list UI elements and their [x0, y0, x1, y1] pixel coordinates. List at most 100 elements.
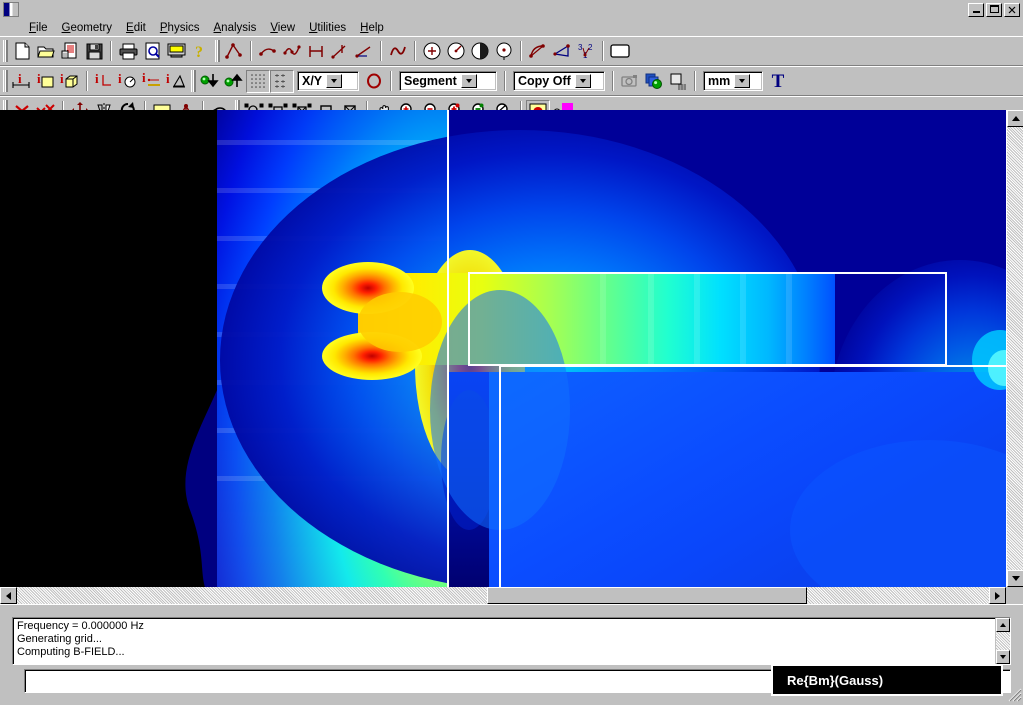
snap-up-icon[interactable]: [222, 70, 246, 93]
layers-icon[interactable]: [642, 70, 666, 93]
resize-grip[interactable]: [1008, 688, 1022, 702]
spline-icon[interactable]: [280, 40, 304, 63]
arc-segment-icon[interactable]: [256, 40, 280, 63]
menu-item-utilities[interactable]: Utilities: [302, 21, 353, 35]
scroll-down-button[interactable]: [1007, 570, 1023, 587]
toolbar-separator: [694, 71, 696, 91]
toolbar-separator: [602, 41, 604, 61]
angle-icon[interactable]: [352, 40, 376, 63]
coordinate-mode-value: X/Y: [298, 72, 326, 90]
chevron-down-icon[interactable]: [734, 74, 750, 88]
toolbar-separator: [390, 71, 392, 91]
magnetic-field-contour-plot[interactable]: [0, 110, 1006, 587]
toolbar-separator: [250, 41, 252, 61]
menu-item-geometry[interactable]: Geometry: [55, 21, 120, 35]
dimension-slope-icon[interactable]: i: [164, 70, 188, 93]
print-preview-icon[interactable]: [140, 40, 164, 63]
plot-horizontal-scrollbar[interactable]: [0, 587, 1006, 604]
dimension-scale-icon[interactable]: i: [140, 70, 164, 93]
copy-mode-combo[interactable]: Copy Off: [513, 71, 605, 91]
close-button[interactable]: [1004, 3, 1020, 17]
open-folder-icon[interactable]: [34, 40, 58, 63]
menu-item-file[interactable]: FFileile: [22, 21, 55, 35]
menu-item-edit[interactable]: Edit: [119, 21, 153, 35]
dimension-linear-icon[interactable]: i: [10, 70, 34, 93]
chevron-down-icon[interactable]: [461, 74, 477, 88]
menu-item-help[interactable]: Help: [353, 21, 391, 35]
toolbar-separator: [380, 41, 382, 61]
print-icon[interactable]: [116, 40, 140, 63]
grid-cross-icon[interactable]: [270, 70, 294, 93]
log-output-box[interactable]: Frequency = 0.000000 Hz Generating grid.…: [12, 617, 1011, 665]
plot-vertical-scrollbar[interactable]: [1006, 110, 1023, 587]
dimension-surface-icon[interactable]: i: [34, 70, 58, 93]
system-menu-icon[interactable]: [3, 2, 19, 17]
toolbar-separator: [520, 41, 522, 61]
svg-text:i: i: [37, 71, 41, 86]
toolbar-grip[interactable]: [3, 40, 7, 62]
line-horizontal-icon[interactable]: [304, 40, 328, 63]
circle-radius-icon[interactable]: [444, 40, 468, 63]
menu-item-analysis[interactable]: Analysis: [207, 21, 264, 35]
entity-type-combo[interactable]: Segment: [399, 71, 497, 91]
wave-curve-icon[interactable]: [386, 40, 410, 63]
circle-mode-icon[interactable]: [362, 70, 386, 93]
units-combo[interactable]: mm: [703, 71, 763, 91]
menu-item-physics[interactable]: Physics: [153, 21, 207, 35]
toolbar-grip[interactable]: [3, 70, 7, 92]
coordinate-mode-combo[interactable]: X/Y: [297, 71, 359, 91]
menu-bar: FFileile Geometry Edit Physics Analysis …: [0, 19, 1023, 36]
log-scroll-up-button[interactable]: [996, 618, 1010, 632]
dimension-coordinate-icon[interactable]: i: [92, 70, 116, 93]
scroll-right-button[interactable]: [989, 587, 1006, 604]
toolbar-grip[interactable]: [215, 40, 219, 62]
horizontal-scroll-thumb[interactable]: [487, 587, 807, 604]
grid-dots-icon[interactable]: [246, 70, 270, 93]
title-bar: [0, 0, 1023, 19]
log-vertical-scrollbar[interactable]: [995, 618, 1010, 664]
help-question-icon[interactable]: ?: [188, 40, 212, 63]
mesh-object-icon[interactable]: [666, 70, 690, 93]
arc-three-point-icon[interactable]: [526, 40, 550, 63]
toolbar-separator: [86, 71, 88, 91]
units-value: mm: [704, 72, 734, 90]
rectangle-icon[interactable]: [608, 40, 632, 63]
snap-down-icon[interactable]: [198, 70, 222, 93]
log-scroll-track[interactable]: [996, 632, 1010, 650]
text-tool-icon[interactable]: T: [766, 70, 790, 93]
minimize-button[interactable]: [968, 3, 984, 17]
toolbar-row-dimension: i i i i i i i: [0, 66, 1023, 96]
circle-point-icon[interactable]: [492, 40, 516, 63]
circle-center-icon[interactable]: [420, 40, 444, 63]
log-scroll-down-button[interactable]: [996, 650, 1010, 664]
dimension-angle-icon[interactable]: i: [116, 70, 140, 93]
vertical-scroll-track[interactable]: [1007, 127, 1023, 570]
chevron-down-icon[interactable]: [575, 74, 591, 88]
chevron-down-icon[interactable]: [326, 74, 342, 88]
application-window: FFileile Geometry Edit Physics Analysis …: [0, 0, 1023, 703]
camera-icon[interactable]: [618, 70, 642, 93]
display-monitor-icon[interactable]: [164, 40, 188, 63]
import-document-icon[interactable]: [58, 40, 82, 63]
polyline-icon[interactable]: [222, 40, 246, 63]
line-diagonal-icon[interactable]: [328, 40, 352, 63]
point-numbering-icon[interactable]: 321: [574, 40, 598, 63]
copy-mode-value: Copy Off: [514, 72, 575, 90]
toolbar-separator: [612, 71, 614, 91]
dimension-volume-icon[interactable]: i: [58, 70, 82, 93]
circle-filled-icon[interactable]: [468, 40, 492, 63]
menu-item-view[interactable]: View: [263, 21, 302, 35]
svg-text:i: i: [142, 71, 146, 85]
maximize-restore-button[interactable]: [986, 3, 1002, 17]
save-disk-icon[interactable]: [82, 40, 106, 63]
scroll-up-button[interactable]: [1007, 110, 1023, 127]
window-controls: [968, 3, 1020, 17]
scroll-left-button[interactable]: [0, 587, 17, 604]
field-plot-frame: Re{Bm}(Gauss): [0, 110, 1023, 595]
toolbar-separator: [504, 71, 506, 91]
log-line: Frequency = 0.000000 Hz: [17, 620, 995, 633]
new-document-icon[interactable]: [10, 40, 34, 63]
field-plot-area[interactable]: [0, 110, 1006, 587]
triangle-icon[interactable]: [550, 40, 574, 63]
toolbar-grip[interactable]: [191, 70, 195, 92]
